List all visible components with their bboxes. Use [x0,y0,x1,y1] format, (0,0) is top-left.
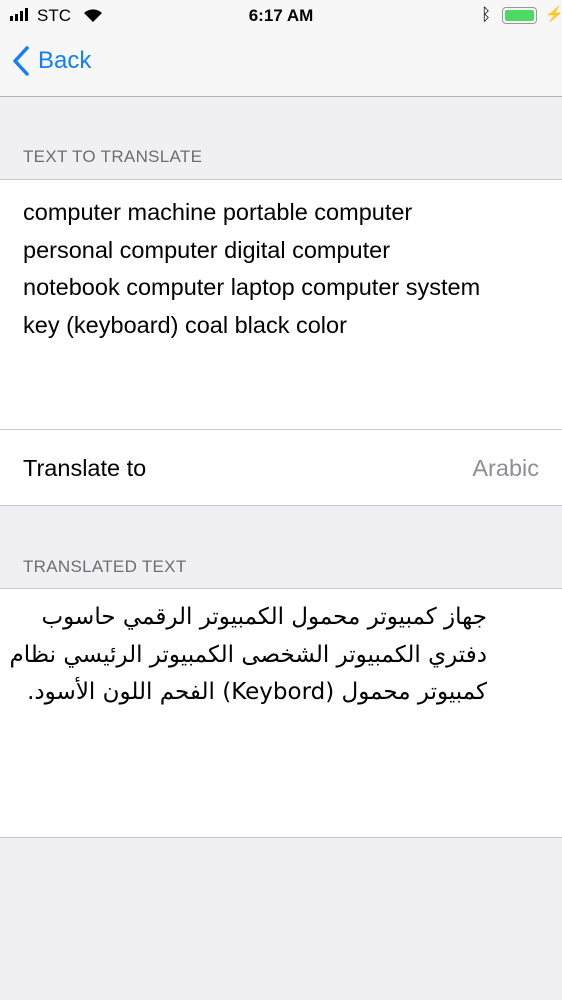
result-section-header: TRANSLATED TEXT [23,557,187,576]
source-line: key (keyboard) coal black color [23,311,347,338]
translate-to-label: Translate to [23,454,147,481]
translated-text-field[interactable]: جهاز كمبيوتر محمول الكمبيوتر الرقمي حاسو… [0,588,562,838]
source-line: personal computer digital computer [23,236,391,263]
battery-icon [502,7,537,24]
source-line: computer machine portable computer [23,199,413,225]
source-section: computer machine portable computer perso… [0,179,562,506]
back-label: Back [38,47,92,74]
source-section-header: TEXT TO TRANSLATE [23,147,203,166]
source-line: notebook computer laptop computer system [23,274,481,300]
chevron-left-icon [13,46,29,76]
translated-line: جهاز كمبيوتر محمول الكمبيوتر الرقمي حاسو… [41,604,487,630]
status-bar: STC 6:17 AM ᛒ ⚡ [0,0,562,32]
target-language-value: Arabic [472,454,539,481]
clock: 6:17 AM [248,6,314,25]
translated-line: كمبيوتر محمول (Keybord) الفحم اللون الأس… [27,679,487,705]
navigation-bar: Back [0,32,562,97]
translate-to-row[interactable]: Translate to Arabic [0,430,562,506]
charging-icon: ⚡ [545,6,562,23]
translated-line: دفتري الكمبيوتر الشخصى الكمبيوتر الرئيسي… [9,641,487,668]
bluetooth-icon: ᛒ [481,5,492,24]
source-text-field[interactable]: computer machine portable computer perso… [0,180,562,429]
back-button[interactable]: Back [12,46,91,76]
